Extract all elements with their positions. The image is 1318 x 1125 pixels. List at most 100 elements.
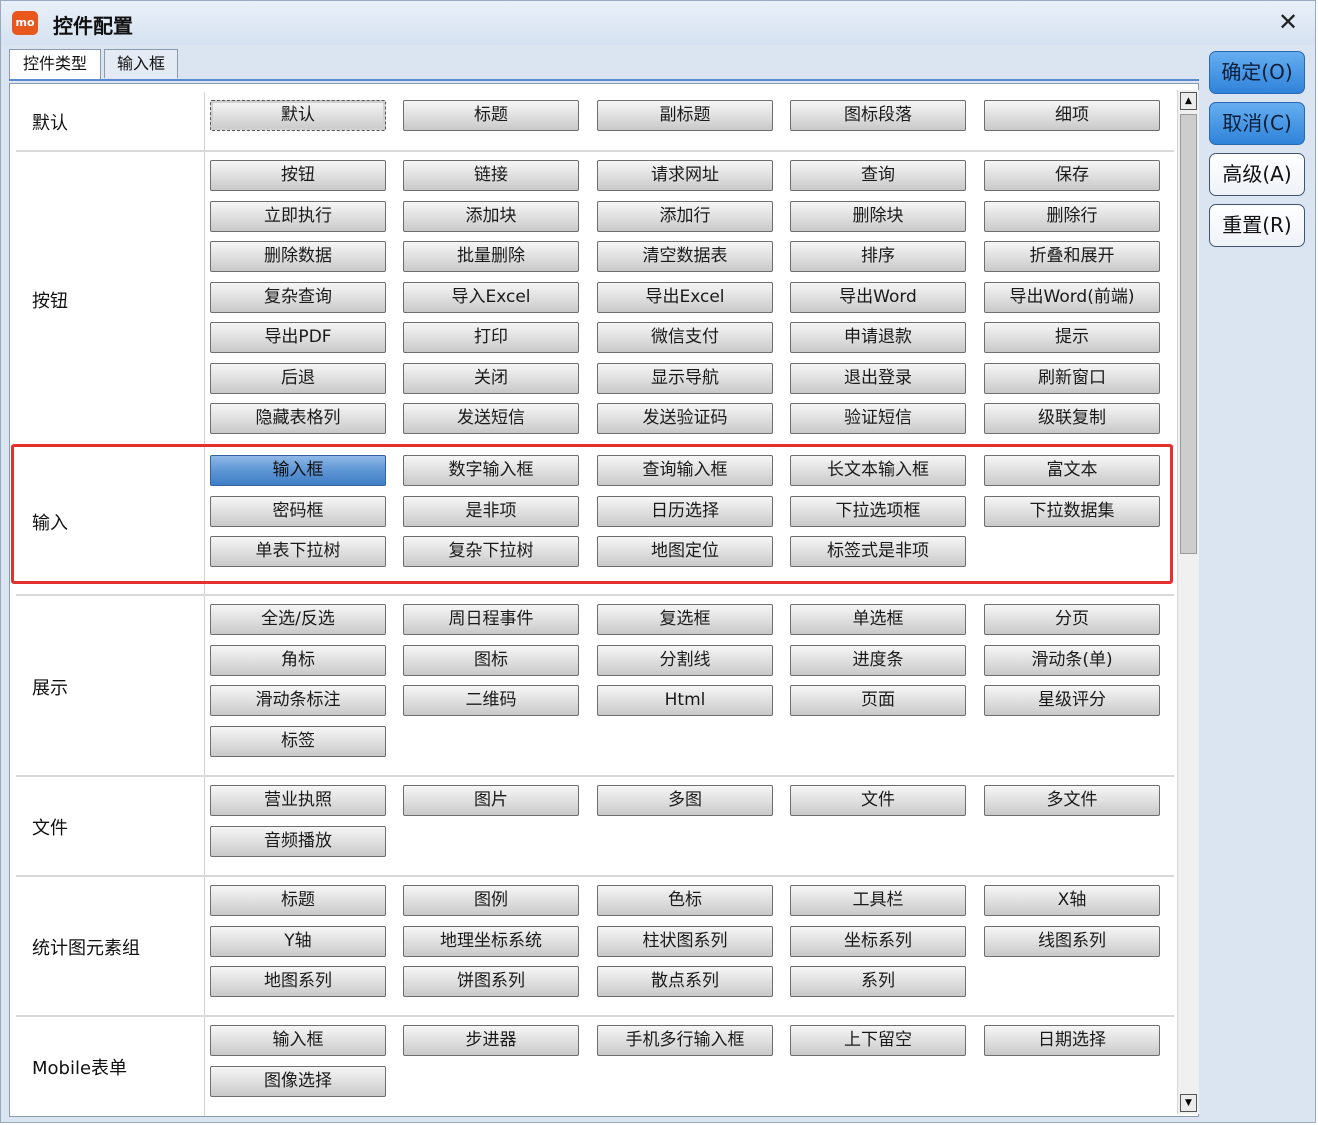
control-button[interactable]: 数字输入框 [403,455,579,486]
control-button[interactable]: 副标题 [597,100,773,131]
control-button[interactable]: 单选框 [790,604,966,635]
reset-button[interactable]: 重置(R) [1209,204,1305,247]
control-button[interactable]: 标题 [210,885,386,916]
control-button[interactable]: 多图 [597,785,773,816]
control-button[interactable]: 导出PDF [210,322,386,353]
control-button[interactable]: 是非项 [403,495,579,527]
control-button[interactable]: 导出Excel [597,281,773,313]
close-icon[interactable]: ✕ [1273,7,1303,37]
control-button[interactable]: 发送短信 [403,403,579,434]
control-button[interactable]: 批量删除 [403,241,579,272]
tab-control-type[interactable]: 控件类型 [9,49,101,80]
control-button[interactable]: 立即执行 [210,200,386,232]
control-button[interactable]: 复杂查询 [210,281,386,313]
control-button[interactable]: 申请退款 [790,322,966,353]
control-button[interactable]: 添加行 [597,200,773,232]
control-button[interactable]: 分割线 [597,644,773,676]
control-button[interactable]: 标签式是非项 [790,536,966,567]
control-button[interactable]: 分页 [984,604,1160,635]
control-button[interactable]: 二维码 [403,685,579,716]
control-button[interactable]: 柱状图系列 [597,925,773,957]
control-button[interactable]: 按钮 [210,160,386,191]
control-button[interactable]: 地理坐标系统 [403,925,579,957]
control-button[interactable]: 星级评分 [984,685,1160,716]
control-button[interactable]: 上下留空 [790,1025,966,1056]
control-button[interactable]: 步进器 [403,1025,579,1056]
control-button[interactable]: Y轴 [210,925,386,957]
scroll-thumb[interactable] [1180,114,1197,554]
tab-input-box[interactable]: 输入框 [104,49,178,78]
control-button[interactable]: 查询输入框 [597,455,773,486]
control-button[interactable]: 下拉选项框 [790,495,966,527]
vertical-scrollbar[interactable]: ▲ ▼ [1177,90,1199,1114]
control-button[interactable]: 单表下拉树 [210,536,386,567]
control-button[interactable]: 默认 [210,100,386,131]
control-button[interactable]: 导出Word [790,281,966,313]
scroll-up-icon[interactable]: ▲ [1180,92,1197,110]
control-button[interactable]: 图标 [403,644,579,676]
control-button[interactable]: 添加块 [403,200,579,232]
control-button[interactable]: X轴 [984,885,1160,916]
control-button[interactable]: 复选框 [597,604,773,635]
control-button[interactable]: 地图系列 [210,966,386,997]
control-button[interactable]: 排序 [790,241,966,272]
control-button[interactable]: 验证短信 [790,403,966,434]
control-button[interactable]: 页面 [790,685,966,716]
control-button[interactable]: 音频播放 [210,825,386,857]
control-button[interactable]: 手机多行输入框 [597,1025,773,1056]
control-button[interactable]: 请求网址 [597,160,773,191]
control-button[interactable]: 图标段落 [790,100,966,131]
control-button[interactable]: 导入Excel [403,281,579,313]
control-button[interactable]: 复杂下拉树 [403,536,579,567]
control-button[interactable]: 图例 [403,885,579,916]
control-button[interactable]: 色标 [597,885,773,916]
control-button[interactable]: 后退 [210,362,386,394]
control-button[interactable]: 日期选择 [984,1025,1160,1056]
confirm-button[interactable]: 确定(O) [1209,51,1305,94]
control-button[interactable]: 线图系列 [984,925,1160,957]
control-button[interactable]: 坐标系列 [790,925,966,957]
control-button[interactable]: 显示导航 [597,362,773,394]
control-button[interactable]: 删除行 [984,200,1160,232]
control-button[interactable]: 链接 [403,160,579,191]
control-button[interactable]: 系列 [790,966,966,997]
control-button[interactable]: 进度条 [790,644,966,676]
control-button[interactable]: 提示 [984,322,1160,353]
control-button[interactable]: 地图定位 [597,536,773,567]
control-button[interactable]: 滑动条(单) [984,644,1160,676]
control-button[interactable]: 打印 [403,322,579,353]
control-button[interactable]: 文件 [790,785,966,816]
control-button[interactable]: 删除块 [790,200,966,232]
control-button[interactable]: 刷新窗口 [984,362,1160,394]
control-button[interactable]: 隐藏表格列 [210,403,386,434]
control-button[interactable]: 长文本输入框 [790,455,966,486]
cancel-button[interactable]: 取消(C) [1209,102,1305,145]
control-button[interactable]: 细项 [984,100,1160,131]
control-button[interactable]: 下拉数据集 [984,495,1160,527]
control-button[interactable]: 关闭 [403,362,579,394]
control-button[interactable]: 导出Word(前端) [984,281,1160,313]
control-button[interactable]: 折叠和展开 [984,241,1160,272]
control-button[interactable]: 级联复制 [984,403,1160,434]
scroll-down-icon[interactable]: ▼ [1180,1094,1197,1112]
control-button[interactable]: 图片 [403,785,579,816]
control-button[interactable]: 日历选择 [597,495,773,527]
control-button[interactable]: 发送验证码 [597,403,773,434]
control-button[interactable]: 清空数据表 [597,241,773,272]
control-button[interactable]: 多文件 [984,785,1160,816]
control-button[interactable]: 保存 [984,160,1160,191]
control-button[interactable]: 密码框 [210,495,386,527]
control-button[interactable]: 退出登录 [790,362,966,394]
control-button[interactable]: 营业执照 [210,785,386,816]
control-button[interactable]: Html [597,685,773,716]
control-button[interactable]: 微信支付 [597,322,773,353]
control-button[interactable]: 输入框 [210,1025,386,1056]
advanced-button[interactable]: 高级(A) [1209,153,1305,196]
control-button[interactable]: 全选/反选 [210,604,386,635]
control-button[interactable]: 图像选择 [210,1065,386,1097]
control-button[interactable]: 饼图系列 [403,966,579,997]
control-button[interactable]: 工具栏 [790,885,966,916]
control-button[interactable]: 标签 [210,725,386,757]
control-button[interactable]: 周日程事件 [403,604,579,635]
control-button[interactable]: 富文本 [984,455,1160,486]
